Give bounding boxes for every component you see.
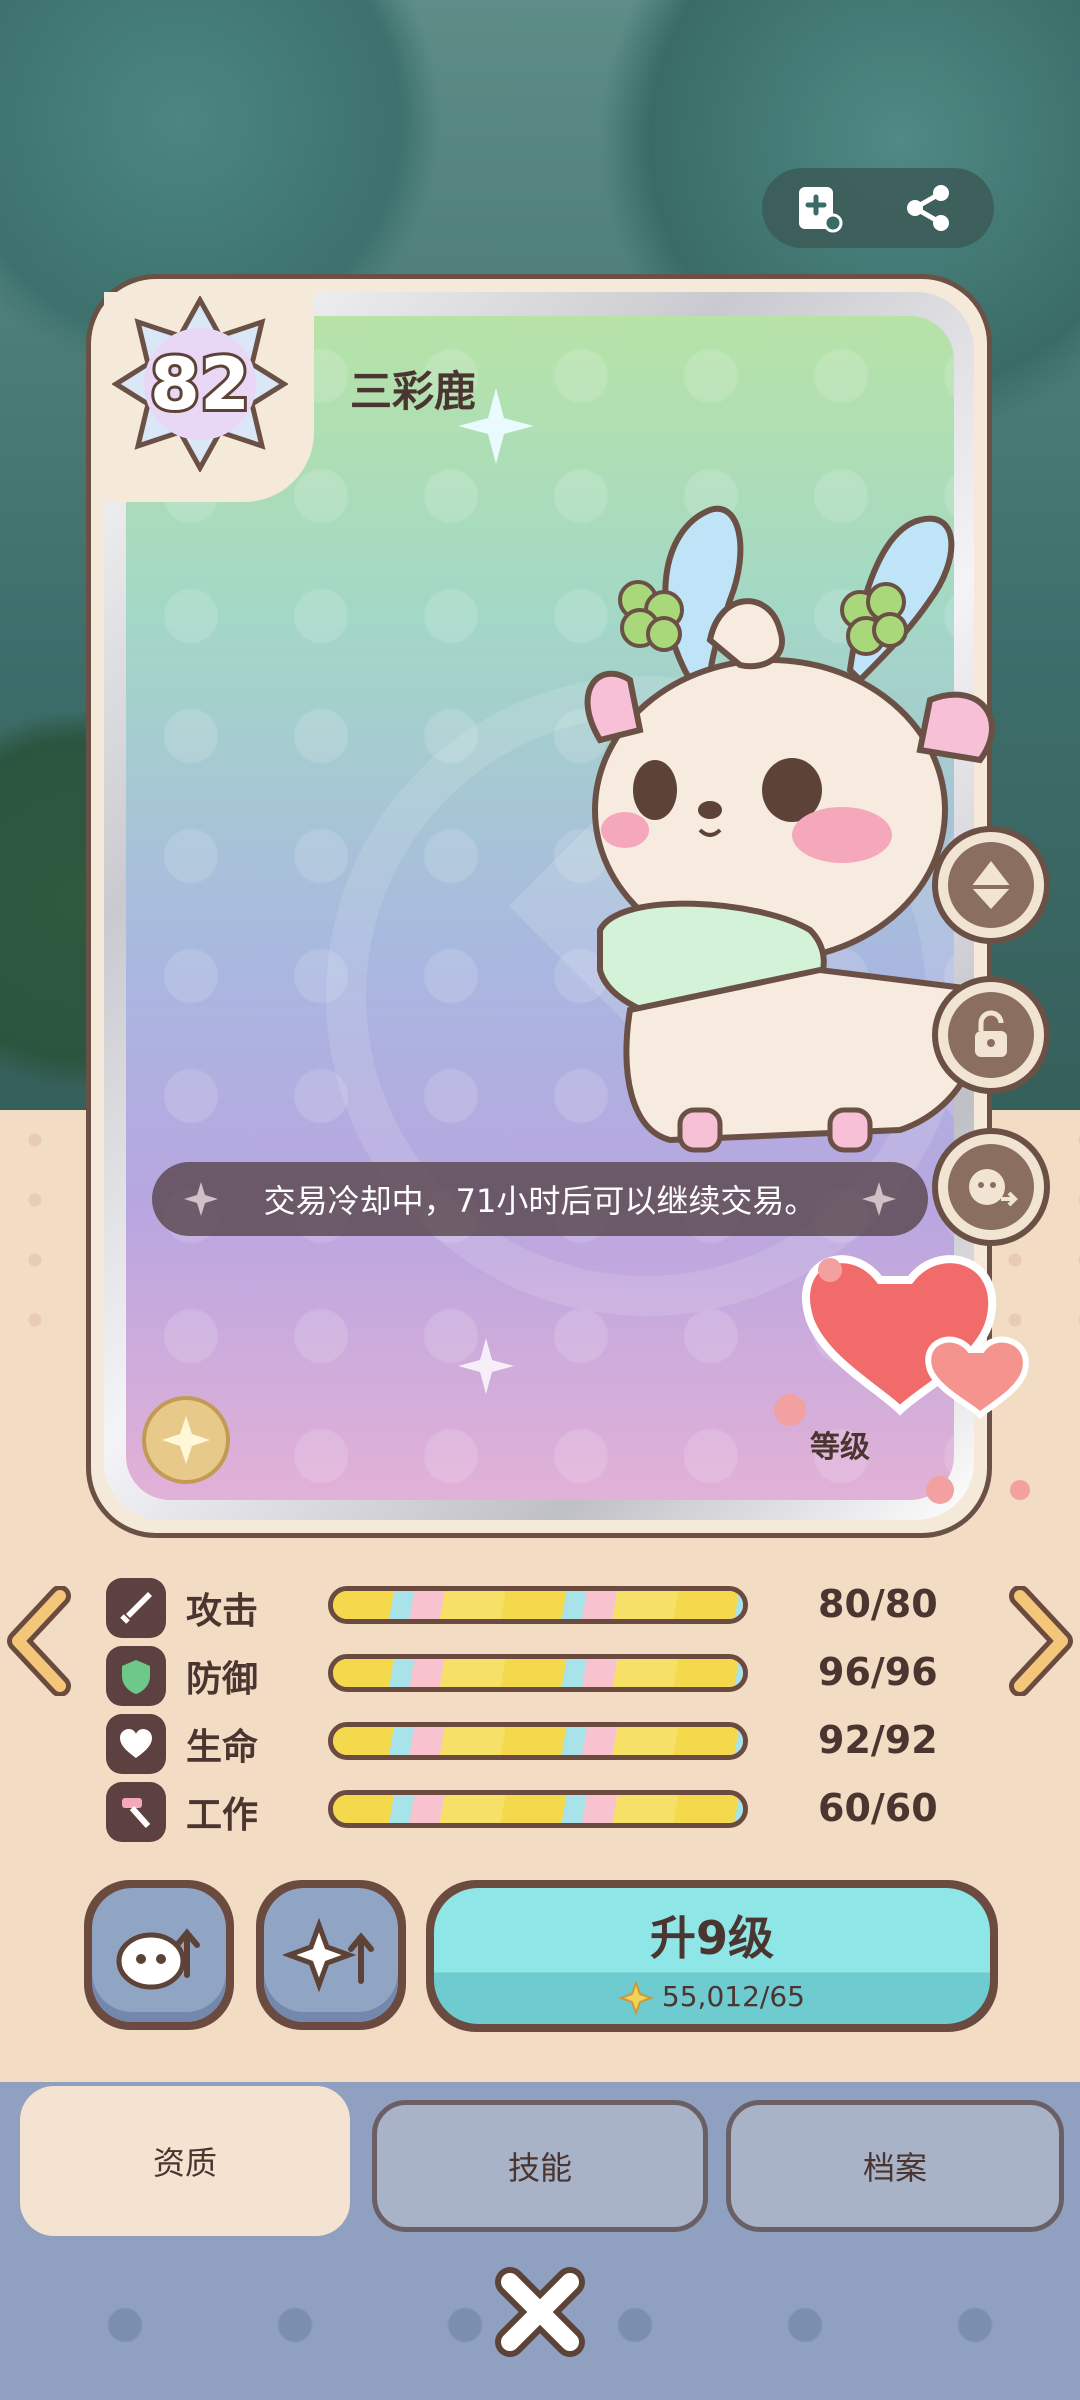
tab-skills[interactable]: 技能: [372, 2100, 708, 2232]
upgrade-cost-value: 55,012/65: [661, 1980, 805, 2013]
hammer-icon: [106, 1782, 166, 1842]
next-pet-arrow[interactable]: [1006, 1586, 1076, 1696]
stat-bar: [328, 1586, 748, 1624]
shield-icon: [106, 1646, 166, 1706]
stat-bar-fill: [333, 1727, 743, 1755]
stat-value: 96/96: [818, 1650, 938, 1694]
tab-label: 技能: [507, 2149, 572, 2187]
stat-label: 攻击: [186, 1591, 259, 1632]
stat-label: 防御: [186, 1659, 259, 1700]
pet-name: 三彩鹿: [350, 367, 477, 416]
pet-transfer-icon: [969, 1169, 1018, 1207]
stat-row-attack: 攻击 80/80: [106, 1578, 966, 1640]
close-button[interactable]: [490, 2262, 590, 2362]
heart-icon: [106, 1714, 166, 1774]
stat-bar: [328, 1654, 748, 1692]
sword-icon: [106, 1578, 166, 1638]
pet-level-up-button[interactable]: [84, 1880, 234, 2030]
tricolor-deer-pet: [584, 505, 995, 1153]
add-card-button[interactable]: [792, 180, 848, 236]
stat-value: 60/60: [818, 1786, 938, 1830]
tab-archive[interactable]: 档案: [726, 2100, 1064, 2232]
stat-bar-fill: [333, 1591, 743, 1619]
share-icon: [907, 185, 949, 231]
stat-row-defense: 防御 96/96: [106, 1646, 966, 1708]
upgrade-level-button[interactable]: 升9级 55,012/65: [426, 1880, 998, 2032]
stat-bar-fill: [333, 1659, 743, 1687]
upgrade-cost: 55,012/65: [434, 1980, 990, 2016]
hearts-decoration: [774, 1255, 1030, 1504]
unlock-icon: [975, 1010, 1007, 1057]
stat-bar-fill: [333, 1795, 743, 1823]
sparkle-icon: [458, 1338, 514, 1394]
stat-row-health: 生命 92/92: [106, 1714, 966, 1776]
spinning-top-icon: [971, 861, 1011, 909]
stat-bar: [328, 1790, 748, 1828]
stat-row-work: 工作 60/60: [106, 1782, 966, 1844]
element-badge[interactable]: [142, 1396, 230, 1484]
tab-label: 资质: [152, 2144, 217, 2182]
rarity-badge: 82: [112, 296, 288, 472]
tab-label: 档案: [862, 2149, 927, 2187]
stat-bar: [328, 1722, 748, 1760]
sparkle-icon: [862, 1182, 896, 1216]
upgrade-title: 升9级: [649, 1911, 774, 1965]
star-ascend-icon: [283, 1917, 374, 1993]
stat-value: 80/80: [818, 1582, 938, 1626]
light-element-icon: [162, 1416, 210, 1464]
add-card-icon: [799, 187, 843, 233]
sparkle-icon: [184, 1182, 218, 1216]
unlock-button[interactable]: [932, 976, 1050, 1094]
close-icon: [495, 2267, 585, 2357]
spin-top-button[interactable]: [932, 826, 1050, 944]
stat-label: 工作: [186, 1795, 259, 1836]
stat-label: 生命: [186, 1727, 259, 1768]
share-button[interactable]: [900, 180, 956, 236]
gold-star-icon: [618, 1980, 654, 2016]
upgrade-button-face: 升9级 55,012/65: [434, 1888, 990, 2024]
top-action-bar: [762, 168, 994, 248]
tab-aptitude[interactable]: 资质: [20, 2086, 350, 2236]
stat-value: 92/92: [818, 1718, 938, 1762]
notice-text: 交易冷却中，71小时后可以继续交易。: [263, 1182, 817, 1220]
previous-pet-arrow[interactable]: [4, 1586, 74, 1696]
star-ascend-button[interactable]: [256, 1880, 406, 2030]
pet-level: 82: [147, 339, 253, 429]
pet-upgrade-icon: [116, 1928, 200, 1990]
